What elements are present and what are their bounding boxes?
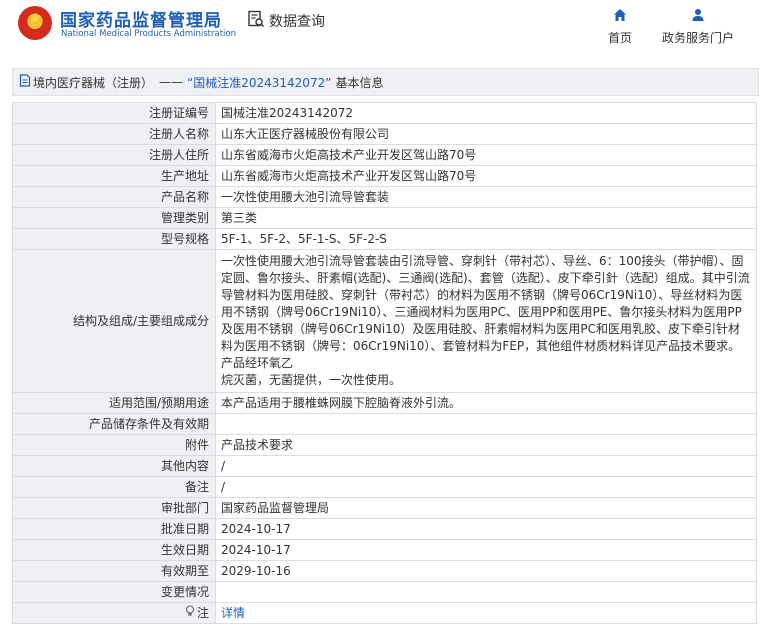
document-icon (19, 74, 31, 90)
note-label: 注 (196, 606, 209, 620)
field-label: 型号规格 (12, 228, 216, 250)
field-value: 2024-10-17 (215, 518, 757, 540)
title-suffix: 基本信息 (335, 75, 384, 90)
breadcrumb-separator: —— (159, 75, 184, 89)
field-label: 注册人住所 (12, 144, 216, 166)
field-value: 产品技术要求 (215, 434, 757, 456)
field-label: 审批部门 (12, 497, 216, 519)
field-label: 管理类别 (12, 207, 216, 229)
table-row: 审批部门 国家药品监督管理局 (12, 497, 757, 519)
field-label: 注册证编号 (12, 102, 216, 124)
nav-gov-service-label: 政务服务门户 (662, 31, 735, 45)
table-row: 附件 产品技术要求 (12, 434, 757, 456)
field-value: 2029-10-16 (215, 560, 757, 582)
field-value: 详情 (215, 602, 757, 624)
field-label: 其他内容 (12, 455, 216, 477)
table-row: 型号规格 5F-1、5F-2、5F-1-S、5F-2-S (12, 228, 757, 250)
data-query-link[interactable]: 数据查询 (247, 10, 325, 32)
table-row: 变更情况 (12, 581, 757, 603)
field-value: 国械注准20243142072 (215, 102, 757, 124)
field-value: 山东省威海市火炬高技术产业开发区驾山路70号 (215, 165, 757, 187)
field-label: 生效日期 (12, 539, 216, 561)
home-icon (608, 8, 632, 25)
field-label: 生产地址 (12, 165, 216, 187)
field-value: / (215, 455, 757, 477)
table-row-note: 注详情 (12, 602, 757, 624)
lightbulb-icon (185, 603, 195, 623)
page-title-bar: 境内医疗器械（注册） —— “国械注准20243142072” 基本信息 (12, 68, 759, 96)
field-label: 备注 (12, 476, 216, 498)
details-link[interactable]: 详情 (221, 606, 245, 620)
field-value: / (215, 476, 757, 498)
table-row: 注册人名称 山东大正医疗器械股份有限公司 (12, 123, 757, 145)
table-row: 其他内容 / (12, 455, 757, 477)
field-value (215, 413, 757, 435)
table-row: 结构及组成/主要组成成分 一次性使用腰大池引流导管套装由引流导管、穿刺针（带衬芯）… (12, 249, 757, 393)
nav-home-label: 首页 (608, 31, 633, 45)
table-row: 生产地址 山东省威海市火炬高技术产业开发区驾山路70号 (12, 165, 757, 187)
field-value: 国家药品监督管理局 (215, 497, 757, 519)
field-value: 山东省威海市火炬高技术产业开发区驾山路70号 (215, 144, 757, 166)
field-label: 变更情况 (12, 581, 216, 603)
field-value: 本产品适用于腰椎蛛网膜下腔脑脊液外引流。 (215, 392, 757, 414)
field-label: 适用范围/预期用途 (12, 392, 216, 414)
table-row: 产品储存条件及有效期 (12, 413, 757, 435)
field-value: 第三类 (215, 207, 757, 229)
device-info-table: 注册证编号 国械注准20243142072 注册人名称 山东大正医疗器械股份有限公司注… (12, 102, 757, 624)
table-row: 批准日期 2024-10-17 (12, 518, 757, 540)
site-brand-en: National Medical Products Administration (61, 29, 236, 39)
table-row: 备注 / (12, 476, 757, 498)
table-row: 注册人住所 山东省威海市火炬高技术产业开发区驾山路70号 (12, 144, 757, 166)
field-value: 一次性使用腰大池引流导管套装由引流导管、穿刺针（带衬芯）、导丝、6：100接头（… (215, 249, 757, 393)
table-row: 产品名称 一次性使用腰大池引流导管套装 (12, 186, 757, 208)
nav-gov-service-portal[interactable]: 政务服务门户 (662, 8, 734, 46)
field-label: 注册人名称 (12, 123, 216, 145)
table-row: 适用范围/预期用途 本产品适用于腰椎蛛网膜下腔脑脊液外引流。 (12, 392, 757, 414)
field-value: 山东大正医疗器械股份有限公司 (215, 123, 757, 145)
field-value: 2024-10-17 (215, 539, 757, 561)
table-row: 注册证编号 国械注准20243142072 (12, 102, 757, 124)
field-label: 产品名称 (12, 186, 216, 208)
table-row: 有效期至 2029-10-16 (12, 560, 757, 582)
nav-home[interactable]: 首页 (608, 8, 632, 46)
field-label: 批准日期 (12, 518, 216, 540)
table-row: 生效日期 2024-10-17 (12, 539, 757, 561)
field-value: 一次性使用腰大池引流导管套装 (215, 186, 757, 208)
data-query-icon (247, 10, 265, 32)
field-label: 结构及组成/主要组成成分 (12, 249, 216, 393)
field-value (215, 581, 757, 603)
data-query-label: 数据查询 (269, 14, 325, 30)
registration-number-title: “国械注准20243142072” (187, 75, 332, 90)
field-label: 产品储存条件及有效期 (12, 413, 216, 435)
national-emblem-logo: ★ (18, 6, 52, 40)
breadcrumb-category[interactable]: 境内医疗器械（注册） (33, 74, 153, 91)
site-brand-cn[interactable]: 国家药品监督管理局 (60, 6, 222, 31)
table-row: 管理类别 第三类 (12, 207, 757, 229)
field-label: 附件 (12, 434, 216, 456)
user-icon (662, 8, 734, 25)
field-value: 5F-1、5F-2、5F-1-S、5F-2-S (215, 228, 757, 250)
site-header: ★ 国家药品监督管理局 National Medical Products Ad… (0, 0, 762, 58)
field-label: 注 (12, 602, 216, 624)
field-label: 有效期至 (12, 560, 216, 582)
